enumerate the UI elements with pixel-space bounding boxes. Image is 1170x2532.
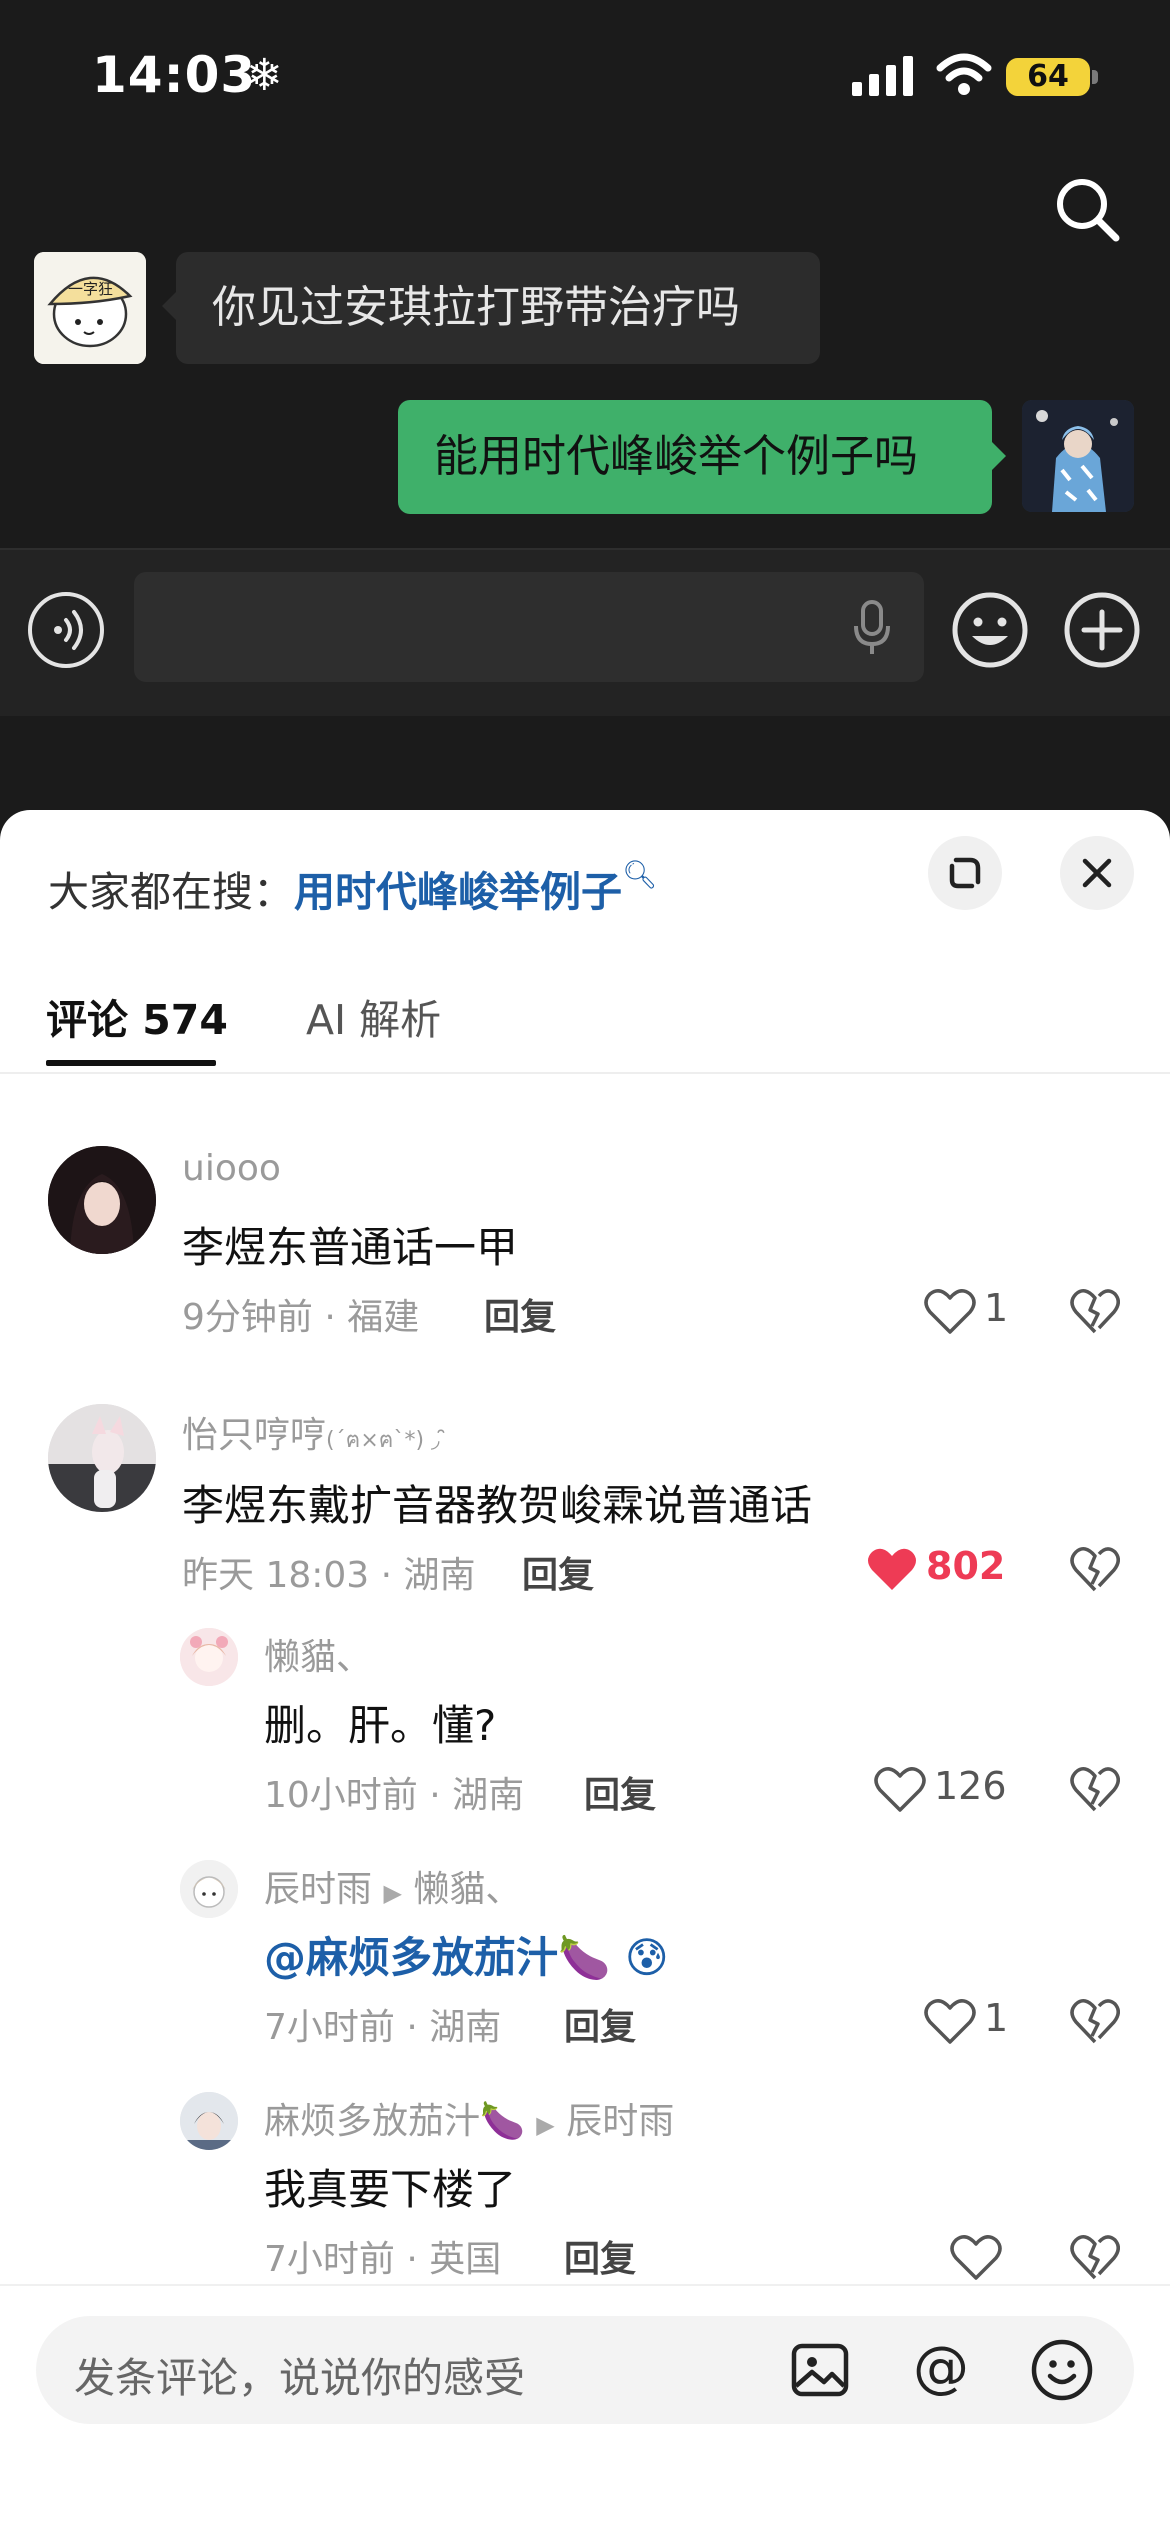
- reply-to-user[interactable]: 懒貓、: [413, 1869, 521, 1910]
- reply-button[interactable]: 回复: [564, 2230, 636, 2282]
- snowflake-icon: ❄: [246, 50, 283, 101]
- tab-ai-analysis[interactable]: AI 解析: [306, 986, 441, 1046]
- wifi-icon: [936, 53, 992, 95]
- comment-input-placeholder: 发条评论，说说你的感受: [74, 2354, 525, 2402]
- dislike-broken-heart-icon[interactable]: [1070, 2234, 1120, 2282]
- avatar[interactable]: [48, 1146, 156, 1254]
- comment-sheet: 大家都在搜：用时代峰峻举例子🔍︎ 评论 574 AI 解析 uiooo 李煜东普…: [0, 810, 1170, 2532]
- voice-wave-icon: [54, 610, 83, 650]
- battery-tip: [1092, 70, 1098, 84]
- like-count: 126: [934, 1764, 1007, 1808]
- reply-button[interactable]: 回复: [564, 1998, 636, 2050]
- comment-input[interactable]: 发条评论，说说你的感受 @: [36, 2316, 1134, 2424]
- tab-comments[interactable]: 评论 574: [46, 986, 228, 1046]
- dislike-broken-heart-icon[interactable]: [1070, 1288, 1120, 1336]
- like-count: 1: [984, 1286, 1009, 1330]
- cellular-signal-icon: [852, 56, 913, 96]
- battery-indicator: 64: [1006, 58, 1090, 96]
- user-photo-icon: [180, 1628, 238, 1686]
- dislike-broken-heart-icon[interactable]: [1070, 1766, 1120, 1814]
- reply-button[interactable]: 回复: [522, 1546, 594, 1598]
- active-tab-indicator: [46, 1060, 216, 1066]
- reply-text[interactable]: 我真要下楼了: [264, 2156, 516, 2217]
- expand-icon: [949, 857, 981, 889]
- reply-to-arrow-icon: ▶: [536, 2111, 555, 2139]
- avatar[interactable]: [48, 1404, 156, 1512]
- user-photo-icon: [180, 2092, 238, 2150]
- comment-username-text: 怡只哼哼: [182, 1415, 327, 1456]
- like-heart-icon[interactable]: [874, 1766, 926, 1814]
- comment-username[interactable]: 怡只哼哼(´ฅ×ฅ`*) ◞ ̑̑: [182, 1406, 447, 1458]
- avatar[interactable]: [180, 2092, 238, 2150]
- comment-tabs: 评论 574 AI 解析: [0, 970, 1170, 1074]
- hot-search-label: 大家都在搜：: [48, 868, 294, 916]
- hot-search-term[interactable]: 用时代峰峻举例子: [294, 868, 622, 916]
- user-photo-icon: [48, 1404, 156, 1512]
- like-heart-icon[interactable]: [950, 2234, 1002, 2282]
- dislike-broken-heart-icon[interactable]: [1070, 1998, 1120, 2046]
- status-bar: 14:03 ❄ 64: [0, 0, 1170, 150]
- reply-username[interactable]: 辰时雨 ▶ 懒貓、: [264, 1860, 521, 1912]
- comment-text[interactable]: 李煜东戴扩音器教贺峻霖说普通话: [182, 1472, 812, 1533]
- sticker-avatar-icon: 一字狂: [34, 252, 146, 364]
- emoji-icon[interactable]: [950, 590, 1030, 670]
- like-heart-filled-icon[interactable]: [866, 1546, 918, 1594]
- reply-username[interactable]: 懒貓、: [264, 1628, 372, 1680]
- hot-search-banner[interactable]: 大家都在搜：用时代峰峻举例子🔍︎: [48, 858, 658, 918]
- reply-meta: 7小时前 · 英国: [264, 2239, 502, 2280]
- user-photo-icon: [48, 1146, 156, 1254]
- reply-username-text: 麻烦多放茄汁🍆: [264, 2101, 525, 2142]
- close-icon: [1082, 858, 1112, 888]
- chat-bubble-received[interactable]: 你见过安琪拉打野带治疗吗: [162, 252, 820, 364]
- dislike-broken-heart-icon[interactable]: [1070, 1546, 1120, 1594]
- comment-text[interactable]: 李煜东普通话一甲: [182, 1214, 518, 1275]
- mention-at-icon[interactable]: @: [910, 2338, 972, 2400]
- microphone-icon[interactable]: [852, 600, 892, 656]
- kaomoji-suffix: (´ฅ×ฅ`*) ◞ ̑̑: [326, 1428, 447, 1453]
- voice-mode-button[interactable]: [28, 592, 104, 668]
- emoji-icon[interactable]: [1030, 2338, 1094, 2402]
- reply-username-text: 辰时雨: [264, 1869, 373, 1910]
- search-icon[interactable]: [1052, 174, 1122, 244]
- search-small-icon: 🔍︎: [622, 858, 658, 891]
- chat-bubble-sent[interactable]: 能用时代峰峻举个例子吗: [398, 400, 1006, 514]
- comment-username[interactable]: uiooo: [182, 1148, 281, 1189]
- close-button[interactable]: [1060, 836, 1134, 910]
- avatar[interactable]: [1022, 400, 1134, 512]
- reply-username[interactable]: 麻烦多放茄汁🍆 ▶ 辰时雨: [264, 2092, 674, 2144]
- reply-to-user[interactable]: 辰时雨: [566, 2101, 674, 2142]
- reply-button[interactable]: 回复: [584, 1766, 656, 1818]
- avatar[interactable]: 一字狂: [34, 252, 146, 364]
- avatar[interactable]: [180, 1860, 238, 1918]
- chat-message-input[interactable]: [134, 572, 924, 682]
- status-time: 14:03: [92, 46, 257, 104]
- photo-avatar-icon: [1022, 400, 1134, 512]
- comment-meta: 9分钟前 · 福建: [182, 1297, 420, 1338]
- avatar-sticker-text: 一字狂: [68, 280, 113, 298]
- like-heart-icon[interactable]: [924, 1288, 976, 1336]
- image-icon[interactable]: [790, 2340, 850, 2400]
- reply-meta: 10小时前 · 湖南: [264, 1775, 525, 1816]
- reply-button[interactable]: 回复: [484, 1288, 556, 1340]
- reply-meta: 7小时前 · 湖南: [264, 2007, 502, 2048]
- comment-meta: 昨天 18:03 · 湖南: [182, 1555, 476, 1596]
- user-photo-icon: [180, 1860, 238, 1918]
- reply-to-arrow-icon: ▶: [383, 1879, 402, 1907]
- like-count: 802: [926, 1544, 1006, 1588]
- expand-button[interactable]: [928, 836, 1002, 910]
- reply-text[interactable]: @麻烦多放茄汁🍆 😰: [264, 1924, 669, 1985]
- plus-icon[interactable]: [1062, 590, 1142, 670]
- avatar[interactable]: [180, 1628, 238, 1686]
- reply-text[interactable]: 删。肝。懂?: [264, 1692, 496, 1753]
- like-count: 1: [984, 1996, 1009, 2040]
- like-heart-icon[interactable]: [924, 1998, 976, 2046]
- comment-composer: 发条评论，说说你的感受 @: [0, 2284, 1170, 2532]
